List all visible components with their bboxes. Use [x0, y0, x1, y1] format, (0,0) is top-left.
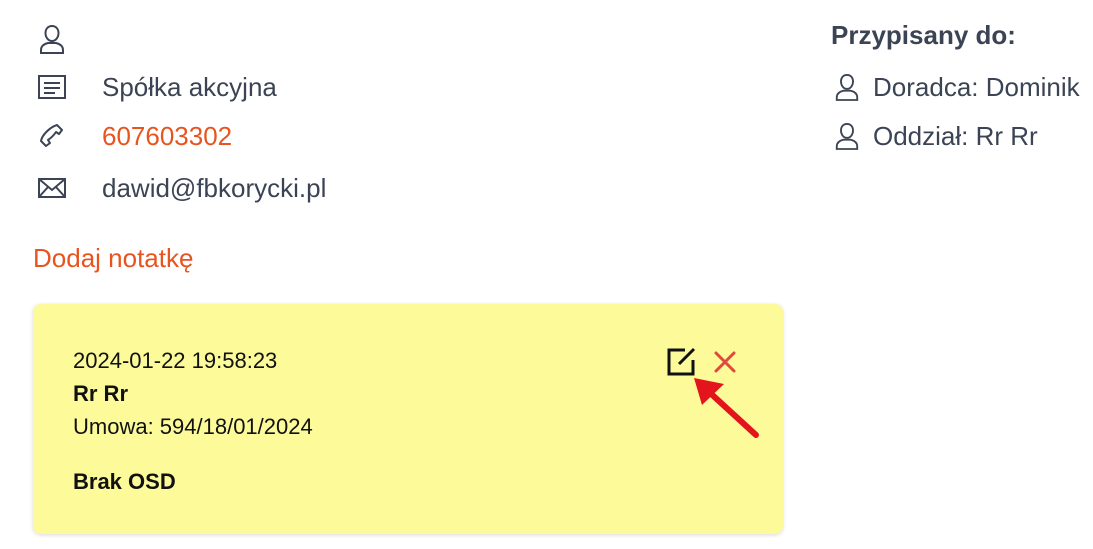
company-type-row: Spółka akcyjna — [34, 69, 277, 105]
note-date: 2024-01-22 19:58:23 — [73, 348, 278, 373]
branch-row: Oddział: Rr Rr — [831, 118, 1038, 154]
note-contract: Umowa: 594/18/01/2024 — [73, 414, 313, 439]
phone-link[interactable]: 607603302 — [102, 121, 232, 152]
add-note-link[interactable]: Dodaj notatkę — [33, 243, 193, 274]
branch-label: Oddział: Rr Rr — [873, 120, 1038, 151]
phone-row: 607603302 — [34, 118, 232, 154]
contact-name-row — [34, 21, 70, 57]
assigned-title: Przypisany do: — [831, 20, 1016, 50]
email-address: dawid@fbkorycki.pl — [102, 172, 327, 203]
advisor-row: Doradca: Dominik — [831, 69, 1080, 105]
note-author: Rr Rr — [73, 381, 129, 406]
envelope-icon — [34, 170, 70, 206]
company-type: Spółka akcyjna — [102, 71, 277, 102]
close-icon[interactable] — [711, 348, 739, 376]
user-icon — [831, 69, 863, 105]
note-card: 2024-01-22 19:58:23 Rr Rr Umowa: 594/18/… — [33, 304, 783, 534]
assigned-section: Przypisany do: Doradca: Dominik Oddział:… — [831, 20, 1080, 151]
user-icon — [34, 21, 70, 57]
advisor-label: Doradca: Dominik — [873, 71, 1080, 102]
phone-icon — [34, 118, 70, 154]
edit-icon[interactable] — [665, 346, 697, 378]
note-body: Brak OSD — [73, 469, 176, 494]
contact-details-page: Spółka akcyjna 607603302 dawid@fbkorycki… — [0, 0, 1093, 549]
user-icon — [831, 118, 863, 154]
email-row: dawid@fbkorycki.pl — [34, 170, 326, 206]
document-icon — [34, 69, 70, 105]
